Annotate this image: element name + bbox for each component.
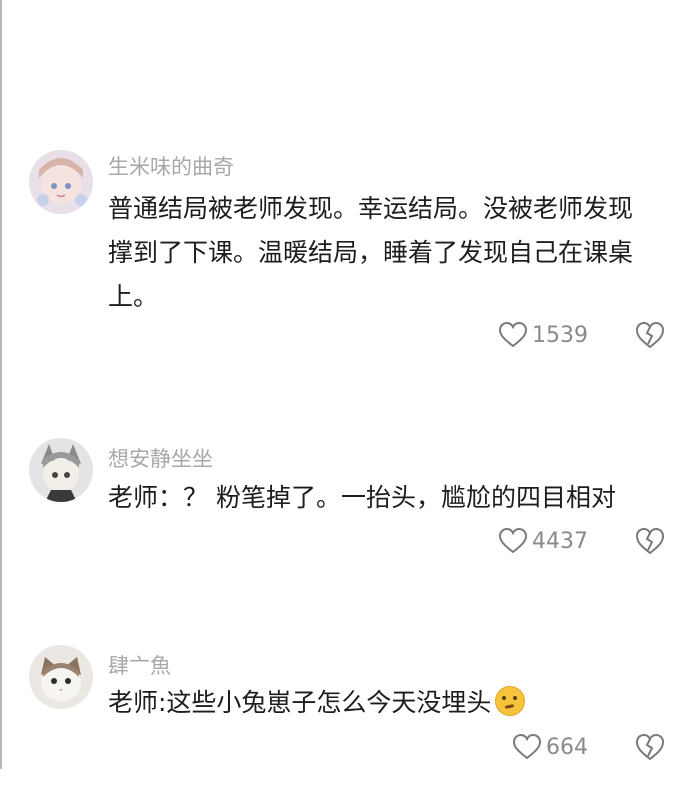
like-button[interactable]: 1539 bbox=[498, 321, 588, 349]
heart-outline-icon bbox=[512, 733, 542, 760]
comment-line: 普通结局被老师发现。幸运结局。没被老师发现 bbox=[108, 194, 634, 223]
like-count: 1539 bbox=[532, 322, 588, 348]
comment-actions: 1539 bbox=[498, 320, 666, 350]
comment-line: 老师：？ 粉笔掉了。一抬头，尴尬的四目相对 bbox=[108, 483, 616, 512]
username[interactable]: 肆亠魚 bbox=[108, 650, 171, 680]
broken-heart-icon[interactable] bbox=[634, 732, 666, 762]
username[interactable]: 生米味的曲奇 bbox=[108, 151, 234, 181]
screenshot-border bbox=[0, 0, 2, 769]
comment-actions: 4437 bbox=[498, 526, 666, 556]
comment-line: 老师:这些小兔崽子怎么今天没埋头 bbox=[108, 681, 668, 725]
avatar[interactable] bbox=[29, 645, 93, 709]
broken-heart-icon[interactable] bbox=[634, 320, 666, 350]
heart-outline-icon bbox=[498, 527, 528, 554]
avatar[interactable] bbox=[29, 438, 93, 502]
like-button[interactable]: 664 bbox=[512, 733, 588, 761]
comment-text: 普通结局被老师发现。幸运结局。没被老师发现 撑到了下课。温暖结局，睡着了发现自己… bbox=[108, 187, 668, 319]
comment-line: 上。 bbox=[108, 282, 159, 311]
comment-line-text: 老师:这些小兔崽子怎么今天没埋头 bbox=[108, 688, 492, 717]
like-button[interactable]: 4437 bbox=[498, 527, 588, 555]
thinking-face-emoji bbox=[495, 686, 526, 716]
username[interactable]: 想安静坐坐 bbox=[108, 443, 213, 473]
heart-outline-icon bbox=[498, 321, 528, 348]
comment-line: 撑到了下课。温暖结局，睡着了发现自己在课桌 bbox=[108, 238, 634, 267]
comment-text: 老师：？ 粉笔掉了。一抬头，尴尬的四目相对 bbox=[108, 476, 668, 520]
comment-text: 老师:这些小兔崽子怎么今天没埋头 bbox=[108, 681, 668, 725]
avatar[interactable] bbox=[29, 150, 93, 214]
like-count: 4437 bbox=[532, 528, 588, 554]
like-count: 664 bbox=[546, 734, 588, 760]
broken-heart-icon[interactable] bbox=[634, 526, 666, 556]
comment-actions: 664 bbox=[512, 732, 666, 762]
